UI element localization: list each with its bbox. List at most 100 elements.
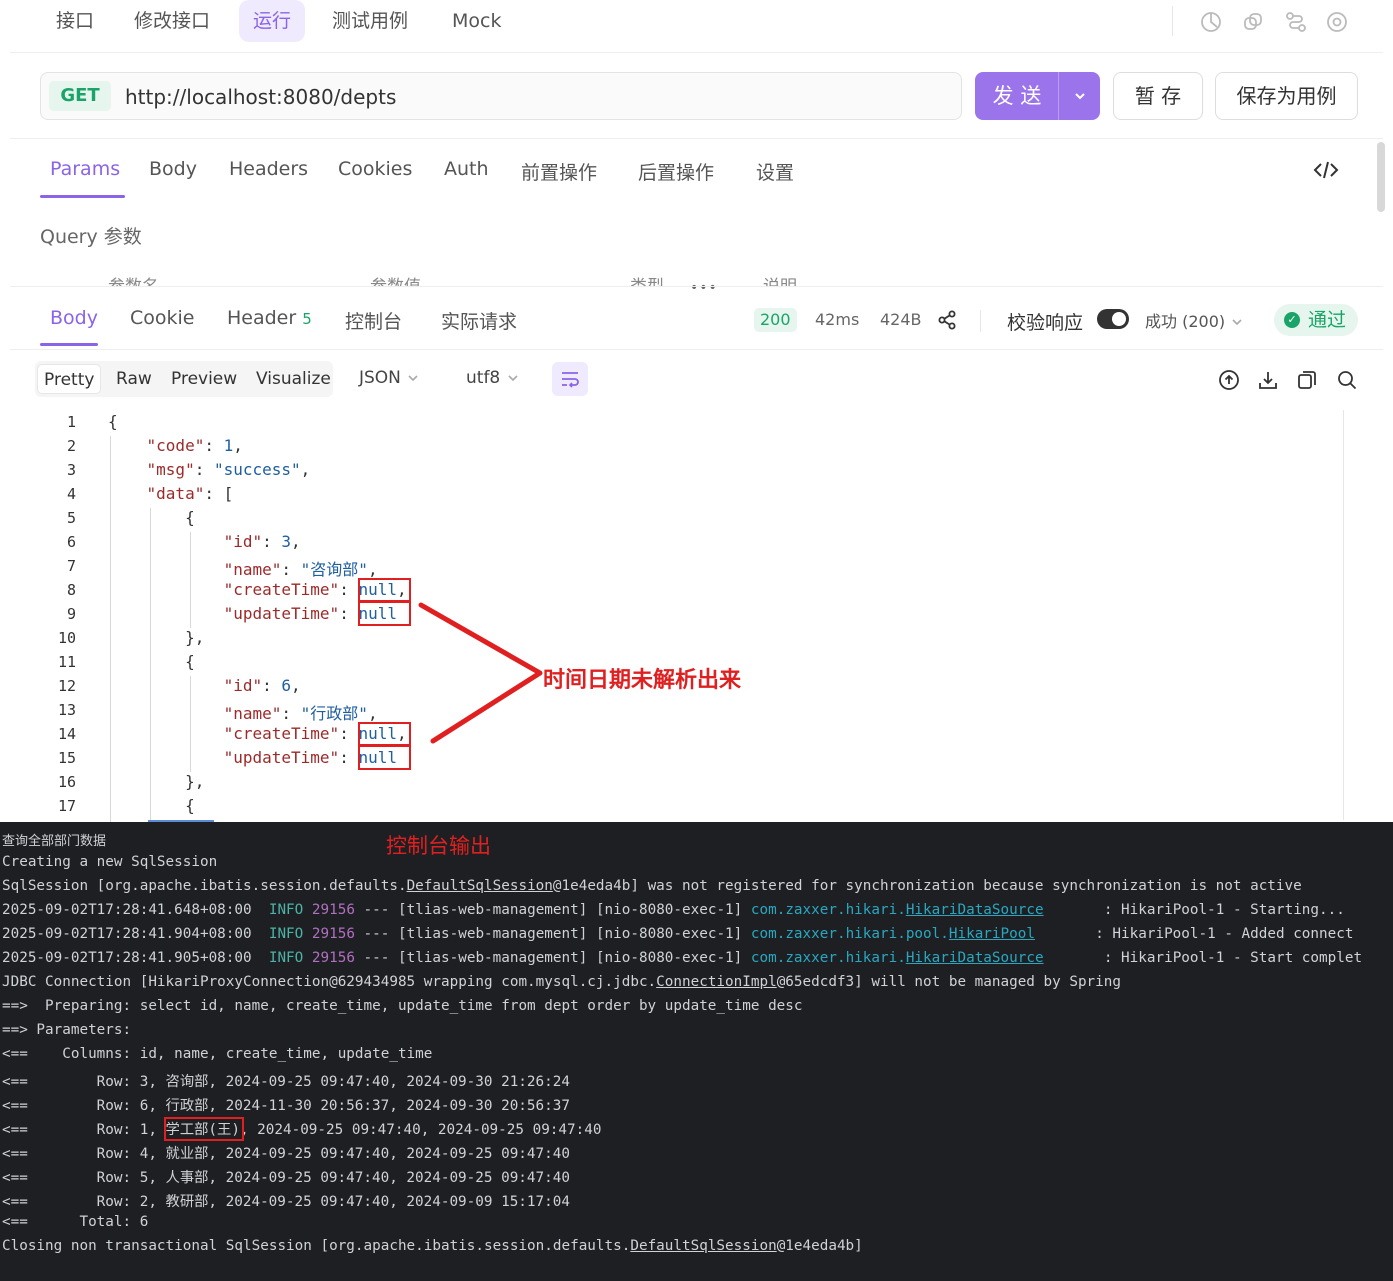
tab-auth[interactable]: Auth xyxy=(444,158,489,180)
console-row: <== Row: 2, 教研部, 2024-09-25 09:47:40, 20… xyxy=(2,1190,570,1211)
console-line: 查询全部部门数据 xyxy=(2,830,106,849)
divider xyxy=(980,310,981,332)
copy-icon[interactable] xyxy=(1296,369,1318,391)
code-line: "updateTime": null xyxy=(108,748,397,767)
column-header: 类型 xyxy=(630,272,664,286)
view-visualize[interactable]: Visualize xyxy=(250,364,337,394)
console-line: <== Columns: id, name, create_time, upda… xyxy=(2,1046,432,1062)
save-button[interactable]: 暂 存 xyxy=(1113,72,1203,120)
console-log-line: 2025-09-02T17:28:41.905+08:00 INFO 29156… xyxy=(2,950,1362,966)
download-icon[interactable] xyxy=(1257,369,1279,391)
column-header: 参数名 xyxy=(108,272,159,286)
console-line: Creating a new SqlSession xyxy=(2,854,217,870)
line-number: 12 xyxy=(40,677,76,695)
share-icon[interactable] xyxy=(937,310,957,330)
code-line: }, xyxy=(108,772,204,791)
tab-console[interactable]: 控制台 xyxy=(345,307,402,334)
code-line: { xyxy=(108,412,118,431)
active-tab-indicator xyxy=(40,343,98,346)
view-raw[interactable]: Raw xyxy=(110,364,158,394)
divider xyxy=(10,52,1383,53)
code-line: { xyxy=(108,652,195,671)
encoding-select[interactable]: utf8 xyxy=(466,368,520,388)
active-tab-indicator xyxy=(40,195,125,198)
validate-toggle[interactable] xyxy=(1097,309,1129,329)
code-line: "name": "咨询部", xyxy=(108,556,378,580)
top-tab-bar: 接口 修改接口 运行 测试用例 Mock xyxy=(0,0,1393,46)
code-line: }, xyxy=(108,628,204,647)
tab-edit-interface[interactable]: 修改接口 xyxy=(120,0,224,42)
console-line: ==> Preparing: select id, name, create_t… xyxy=(2,998,803,1014)
console-title: 控制台输出 xyxy=(386,830,491,860)
flow-icon[interactable] xyxy=(1284,10,1308,34)
pass-label: 通过 xyxy=(1308,309,1346,331)
save-as-case-button[interactable]: 保存为用例 xyxy=(1215,72,1358,120)
format-select[interactable]: JSON xyxy=(359,368,420,388)
tab-params[interactable]: Params xyxy=(50,158,120,180)
url-input[interactable]: http://localhost:8080/depts xyxy=(125,73,396,121)
code-line: "name": "行政部", xyxy=(108,700,378,724)
header-count-badge: 5 xyxy=(302,310,312,328)
search-icon[interactable] xyxy=(1336,369,1358,391)
tab-response-header[interactable]: Header 5 xyxy=(227,307,312,329)
line-number: 7 xyxy=(40,557,76,575)
validate-response-label: 校验响应 xyxy=(1007,308,1083,335)
code-line: { xyxy=(108,508,195,527)
highlight-box xyxy=(358,578,411,602)
tab-actual-request[interactable]: 实际请求 xyxy=(441,307,517,334)
divider xyxy=(10,286,1383,287)
tab-headers[interactable]: Headers xyxy=(229,158,308,180)
scrollbar[interactable] xyxy=(1377,142,1385,212)
chevron-down-icon xyxy=(406,373,420,383)
scrollbar[interactable] xyxy=(1343,410,1344,820)
select-value: JSON xyxy=(359,368,401,388)
code-line: "id": 3, xyxy=(108,532,301,551)
method-select[interactable]: GET xyxy=(49,81,111,111)
tab-mock[interactable]: Mock xyxy=(438,0,515,42)
settings-icon[interactable] xyxy=(1325,10,1349,34)
send-dropdown-button[interactable] xyxy=(1058,72,1100,120)
clock-pie-icon[interactable] xyxy=(1199,10,1223,34)
line-number: 3 xyxy=(40,461,76,479)
tab-pre-request[interactable]: 前置操作 xyxy=(521,158,597,185)
console-output: 控制台输出 查询全部部门数据 Creating a new SqlSession… xyxy=(0,822,1393,1281)
console-row: <== Row: 3, 咨询部, 2024-09-25 09:47:40, 20… xyxy=(2,1070,570,1091)
code-line: { xyxy=(108,796,195,815)
wrap-icon xyxy=(560,370,580,388)
tab-body[interactable]: Body xyxy=(149,158,197,180)
line-number: 17 xyxy=(40,797,76,815)
console-line: ==> Parameters: xyxy=(2,1022,140,1038)
wrap-lines-button[interactable] xyxy=(552,362,588,396)
code-icon[interactable] xyxy=(1313,158,1339,182)
tab-interface[interactable]: 接口 xyxy=(42,0,108,42)
tab-cookies[interactable]: Cookies xyxy=(338,158,412,180)
tab-response-body[interactable]: Body xyxy=(50,307,98,329)
column-header: 参数值 xyxy=(370,272,421,286)
status-code-badge: 200 xyxy=(754,308,797,332)
upload-icon[interactable] xyxy=(1218,369,1240,391)
line-number: 13 xyxy=(40,701,76,719)
tab-run[interactable]: 运行 xyxy=(239,0,305,42)
line-number: 16 xyxy=(40,773,76,791)
highlight-box xyxy=(164,1117,244,1141)
tab-test-cases[interactable]: 测试用例 xyxy=(318,0,422,42)
resize-handle[interactable]: ••• xyxy=(690,280,718,296)
view-preview[interactable]: Preview xyxy=(165,364,243,394)
line-number: 2 xyxy=(40,437,76,455)
copy-shape-icon[interactable] xyxy=(1241,10,1265,34)
send-button[interactable]: 发 送 xyxy=(975,72,1059,120)
console-line: SqlSession [org.apache.ibatis.session.de… xyxy=(2,878,1302,894)
console-line: JDBC Connection [HikariProxyConnection@6… xyxy=(2,974,1121,990)
tab-post-request[interactable]: 后置操作 xyxy=(638,158,714,185)
line-number: 9 xyxy=(40,605,76,623)
view-pretty[interactable]: Pretty xyxy=(37,364,101,394)
line-number: 6 xyxy=(40,533,76,551)
line-number: 5 xyxy=(40,509,76,527)
url-bar[interactable]: GET http://localhost:8080/depts xyxy=(40,72,962,120)
highlight-box xyxy=(358,745,411,770)
expected-status-select[interactable]: 成功 (200) xyxy=(1145,308,1244,332)
query-params-label: Query 参数 xyxy=(40,222,142,249)
tab-settings[interactable]: 设置 xyxy=(756,158,794,185)
tab-response-cookie[interactable]: Cookie xyxy=(130,307,195,329)
line-number: 10 xyxy=(40,629,76,647)
